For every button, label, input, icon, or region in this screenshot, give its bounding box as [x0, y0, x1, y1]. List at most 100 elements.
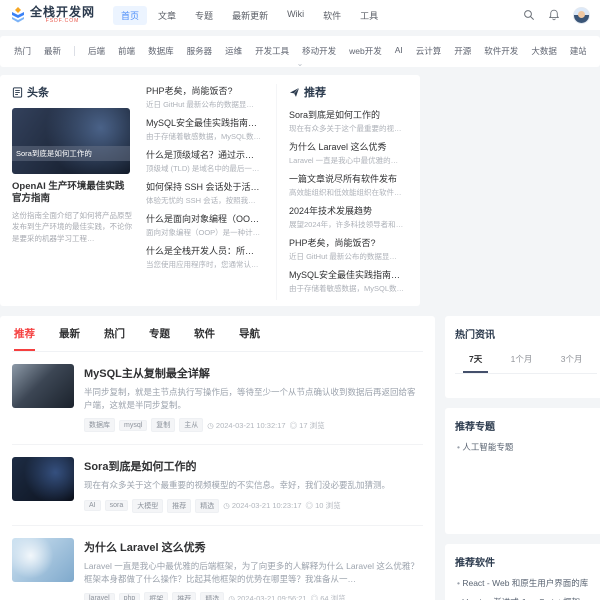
top-nav-item[interactable]: Wiki: [279, 6, 312, 25]
category-item[interactable]: 云计算: [416, 45, 442, 57]
article-desc: 半同步复制，就是主节点执行写操作后，等待至少一个从节点确认收到数据后再返回给客户…: [84, 386, 423, 412]
feature-image[interactable]: Sora到底是如何工作的: [12, 108, 130, 174]
headline-item[interactable]: MySQL安全最佳实践指南（2024版） 由于存储着敏感数据，MySQL数据库…: [146, 116, 262, 142]
article-meta: laravel php 框架 推荐 精选 2024-03-21 09:56:21…: [84, 592, 423, 600]
feed-tab[interactable]: 最新: [59, 326, 80, 351]
feed-tab[interactable]: 专题: [149, 326, 170, 351]
user-avatar[interactable]: [573, 7, 590, 24]
recommend-item[interactable]: 为什么 Laravel 这么优秀 Laravel 一直是我心中最优雅的…: [289, 140, 408, 166]
category-item[interactable]: 服务器: [187, 45, 213, 57]
chevron-down-icon[interactable]: ⌄: [297, 61, 304, 67]
recommend-item-title[interactable]: 一篇文章说尽所有软件发布: [289, 172, 408, 185]
article-tag[interactable]: laravel: [84, 593, 115, 600]
feed-tab[interactable]: 软件: [194, 326, 215, 351]
feed-tab[interactable]: 推荐: [14, 326, 35, 351]
article-thumbnail[interactable]: [12, 457, 74, 501]
recommend-item-title[interactable]: 2024年技术发展趋势: [289, 204, 408, 217]
article-tag[interactable]: 推荐: [167, 499, 191, 513]
top-nav-item[interactable]: 软件: [315, 6, 349, 25]
recommend-item-title[interactable]: 为什么 Laravel 这么优秀: [289, 140, 408, 153]
headline-item[interactable]: 什么是全栈开发人员：所需的基本技能 当您使用应用程序时，您通常认为速度是…: [146, 244, 262, 270]
feature-article-title[interactable]: OpenAI 生产环境最佳实践官方指南: [12, 181, 132, 206]
article-tag[interactable]: AI: [84, 500, 101, 511]
top-nav-item[interactable]: 工具: [352, 6, 386, 25]
article-row[interactable]: 为什么 Laravel 这么优秀 Laravel 一直是我心中最优雅的后端框架，…: [12, 526, 423, 600]
recommend-item-title[interactable]: Sora到底是如何工作的: [289, 108, 408, 121]
article-title[interactable]: Sora到底是如何工作的: [84, 458, 423, 474]
article-tag[interactable]: php: [119, 593, 141, 600]
category-item[interactable]: AI: [395, 45, 403, 57]
topic-item[interactable]: 人工智能专题: [457, 441, 597, 453]
top-nav-item[interactable]: 首页: [113, 6, 147, 25]
article-tag[interactable]: 大模型: [132, 499, 163, 513]
recommend-item-desc: 近日 GitHut 最新公布的数据显…: [289, 251, 408, 262]
headline-item[interactable]: 什么是顶级域名？通过示例解释 TLD 顶级域 (TLD) 是域名中的最后一…: [146, 148, 262, 174]
headline-item-title[interactable]: MySQL安全最佳实践指南（2024版）: [146, 116, 262, 129]
article-tag[interactable]: 复制: [151, 418, 175, 432]
top-nav-item[interactable]: 最新更新: [224, 6, 276, 25]
recommend-item[interactable]: MySQL安全最佳实践指南（2024版） 由于存储着敏感数据，MySQL数据库…: [289, 268, 408, 294]
article-tag[interactable]: sora: [105, 500, 129, 511]
article-thumbnail[interactable]: [12, 538, 74, 582]
article-tag[interactable]: 精选: [200, 592, 224, 600]
article-title[interactable]: 为什么 Laravel 这么优秀: [84, 539, 423, 555]
article-tag[interactable]: 框架: [144, 592, 168, 600]
feed-tab[interactable]: 热门: [104, 326, 125, 351]
headline-item[interactable]: PHP老矣，尚能饭否? 近日 GitHut 最新公布的数据显…: [146, 84, 262, 110]
article-title[interactable]: MySQL主从复制最全详解: [84, 365, 423, 381]
category-item[interactable]: 移动开发: [302, 45, 336, 57]
headline-item[interactable]: 什么是面向对象编程（OOP）？ 面向对象编程（OOP）是一种计算机编…: [146, 212, 262, 238]
article-body: 为什么 Laravel 这么优秀 Laravel 一直是我心中最优雅的后端框架，…: [84, 538, 423, 600]
headline-item-title[interactable]: PHP老矣，尚能饭否?: [146, 84, 262, 97]
top-nav-item[interactable]: 专题: [187, 6, 221, 25]
site-logo[interactable]: 全栈开发网 FSDF.COM: [10, 6, 95, 24]
top-nav-item[interactable]: 文章: [150, 6, 184, 25]
software-item[interactable]: Vue.js - 渐进式 JavaScript 框架: [457, 596, 597, 600]
feed-tabs: 推荐最新热门专题软件导航: [12, 316, 423, 352]
feature-article-desc: 这份指南全面介绍了如何将产品原型发布到生产环境的最佳实践，不论你是要采的机器学习…: [12, 210, 132, 245]
headline-item-title[interactable]: 什么是顶级域名？通过示例解释 TLD: [146, 148, 262, 161]
category-item[interactable]: 大数据: [531, 45, 557, 57]
recommend-item-title[interactable]: PHP老矣，尚能饭否?: [289, 236, 408, 249]
category-item[interactable]: 后端: [88, 45, 105, 57]
category-item[interactable]: 运维: [225, 45, 242, 57]
hot-news-tab[interactable]: 7天: [463, 349, 488, 373]
recommend-item[interactable]: Sora到底是如何工作的 现在有众多关于这个最重要的视频模型的…: [289, 108, 408, 134]
search-icon[interactable]: [523, 9, 535, 21]
article-tag[interactable]: 主从: [179, 418, 203, 432]
article-row[interactable]: Sora到底是如何工作的 现在有众多关于这个最重要的视频模型的不实信息。幸好，我…: [12, 445, 423, 525]
recommend-item-title[interactable]: MySQL安全最佳实践指南（2024版）: [289, 268, 408, 281]
hot-news-tab[interactable]: 1个月: [505, 349, 539, 373]
headline-item-title[interactable]: 什么是全栈开发人员：所需的基本技能: [146, 244, 262, 257]
category-item[interactable]: 开源: [454, 45, 471, 57]
category-item[interactable]: 建站: [570, 45, 586, 57]
category-item[interactable]: 数据库: [148, 45, 174, 57]
category-item[interactable]: 软件开发: [484, 45, 518, 57]
category-item[interactable]: 开发工具: [255, 45, 289, 57]
article-tag[interactable]: mysql: [119, 420, 147, 431]
article-tag[interactable]: 精选: [195, 499, 219, 513]
feed-tab[interactable]: 导航: [239, 326, 260, 351]
article-view-count: 10 浏览: [306, 500, 341, 511]
article-tag[interactable]: 推荐: [172, 592, 196, 600]
hot-news-tab[interactable]: 3个月: [555, 349, 589, 373]
article-thumbnail[interactable]: [12, 364, 74, 408]
headline-item-title[interactable]: 什么是面向对象编程（OOP）？: [146, 212, 262, 225]
headline-item-desc: 近日 GitHut 最新公布的数据显…: [146, 99, 262, 110]
headline-item-title[interactable]: 如何保持 SSH 会话处于活动状态: [146, 180, 262, 193]
article-tag[interactable]: 数据库: [84, 418, 115, 432]
recommend-item[interactable]: PHP老矣，尚能饭否? 近日 GitHut 最新公布的数据显…: [289, 236, 408, 262]
notification-bell-icon[interactable]: [548, 9, 560, 21]
recommend-item[interactable]: 一篇文章说尽所有软件发布 高效能组织和低效能组织在软件交付的效…: [289, 172, 408, 198]
article-row[interactable]: MySQL主从复制最全详解 半同步复制，就是主节点执行写操作后，等待至少一个从节…: [12, 352, 423, 445]
headline-item[interactable]: 如何保持 SSH 会话处于活动状态 体验无忧的 SSH 会话，按照我们的…: [146, 180, 262, 206]
recommend-item[interactable]: 2024年技术发展趋势 展望2024年，许多科技领导者和观察…: [289, 204, 408, 230]
category-hot[interactable]: 热门: [14, 45, 31, 57]
software-list: React - Web 和原生用户界面的库 Vue.js - 渐进式 JavaSc…: [455, 577, 597, 600]
headline-item-desc: 体验无忧的 SSH 会话，按照我们的…: [146, 195, 262, 206]
category-item[interactable]: 前端: [118, 45, 135, 57]
category-item[interactable]: web开发: [349, 45, 382, 57]
software-item[interactable]: React - Web 和原生用户界面的库: [457, 577, 597, 589]
article-timestamp: 2024-03-21 09:56:21: [228, 594, 306, 600]
category-latest[interactable]: 最新: [44, 45, 61, 57]
